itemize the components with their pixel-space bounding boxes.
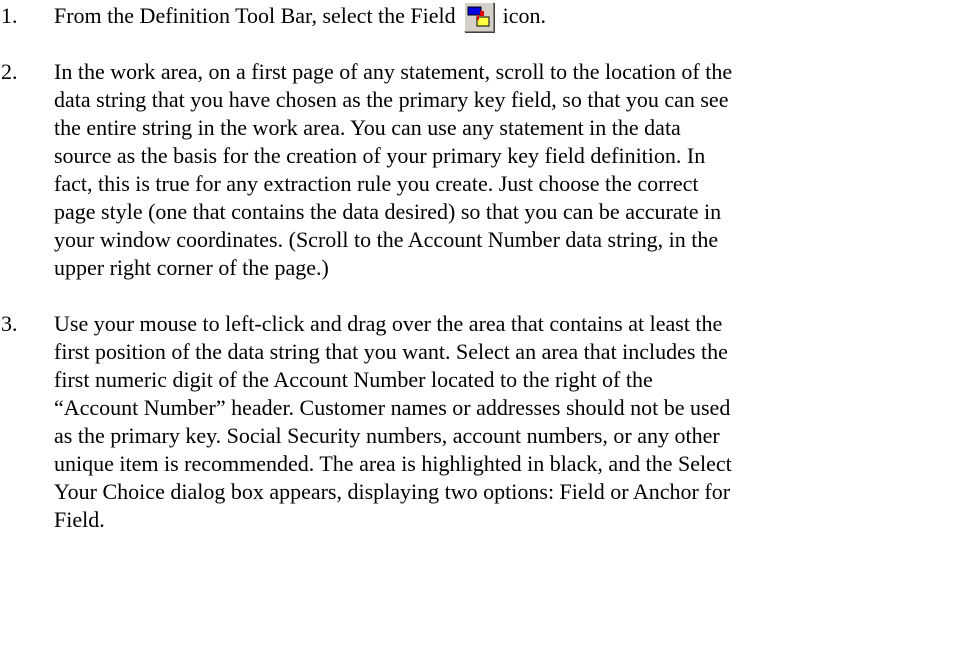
text-line: the entire string in the work area. You … (54, 115, 681, 140)
text-line: as the primary key. Social Security numb… (54, 423, 720, 448)
text-line: first position of the data string that y… (54, 339, 728, 364)
text-line: “Account Number” header. Customer names … (54, 395, 731, 420)
step-number: 2. (1, 59, 18, 84)
text-line: page style (one that contains the data d… (54, 199, 722, 224)
text-line: Your Choice dialog box appears, displayi… (54, 479, 731, 504)
text-segment: icon. (502, 3, 547, 28)
text-line: Field. (54, 507, 105, 532)
field-tool-icon (464, 2, 495, 32)
text-line: upper right corner of the page.) (54, 255, 329, 280)
text-line: In the work area, on a first page of any… (54, 59, 733, 84)
text-line: data string that you have chosen as the … (54, 87, 729, 112)
text-line: first numeric digit of the Account Numbe… (54, 367, 653, 392)
step-number: 3. (1, 311, 18, 336)
text-line: your window coordinates. (Scroll to the … (54, 227, 719, 252)
text-line: unique item is recommended. The area is … (54, 451, 732, 476)
text-segment: From the Definition Tool Bar, select the… (54, 3, 456, 28)
step-number: 1. (1, 3, 18, 28)
text-line: From the Definition Tool Bar, select the… (54, 2, 966, 32)
step-text: From the Definition Tool Bar, select the… (54, 2, 966, 32)
step-text: Use your mouse to left-click and drag ov… (54, 310, 966, 534)
step-text: In the work area, on a first page of any… (54, 58, 966, 282)
text-line: fact, this is true for any extraction ru… (54, 171, 699, 196)
text-line: source as the basis for the creation of … (54, 143, 706, 168)
text-line: Use your mouse to left-click and drag ov… (54, 311, 723, 336)
